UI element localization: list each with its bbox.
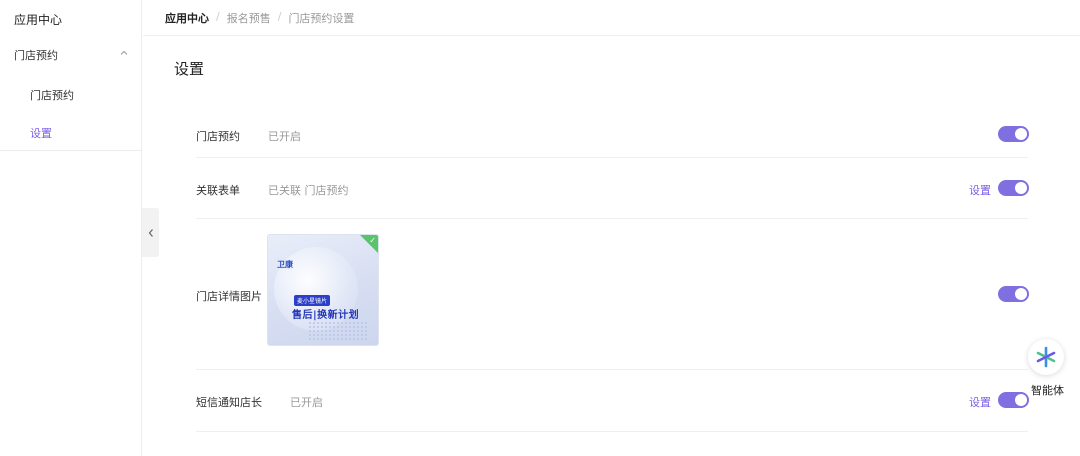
- sidebar-collapse-button[interactable]: [142, 208, 159, 257]
- thumbnail-brand: 卫康: [277, 260, 293, 269]
- row-value-sms-notify: 已开启: [290, 396, 323, 409]
- row-value-store-booking: 已开启: [268, 130, 301, 143]
- breadcrumb-item-presale[interactable]: 报名预售: [227, 10, 271, 26]
- header: 应用中心 / 报名预售 / 门店预约设置: [143, 0, 1080, 36]
- breadcrumb-item-app-center[interactable]: 应用中心: [165, 10, 209, 26]
- sidebar-title: 应用中心: [14, 13, 63, 27]
- store-detail-image-toggle[interactable]: [998, 286, 1029, 302]
- thumbnail-headline: 售后|换新计划: [292, 310, 360, 321]
- row-divider: [196, 431, 1028, 432]
- check-icon: ✓: [369, 236, 376, 245]
- store-detail-image-thumbnail[interactable]: 卫康 麦小星镜片 售后|换新计划 ✓: [267, 234, 379, 346]
- row-divider: [196, 369, 1028, 370]
- app-root: 应用中心 门店预约 门店预约 设置 应用中心 / 报名预售 / 门店预约设置 设…: [0, 0, 1080, 456]
- row-value-linked-form: 已关联 门店预约: [268, 184, 349, 197]
- thumbnail-tag: 麦小星镜片: [294, 295, 331, 306]
- row-divider: [196, 218, 1028, 219]
- sidebar-item-settings[interactable]: 设置: [30, 125, 52, 141]
- sidebar: 应用中心 门店预约 门店预约 设置: [0, 0, 142, 456]
- linked-form-toggle[interactable]: [998, 180, 1029, 196]
- row-label-sms-notify: 短信通知店长: [196, 396, 262, 409]
- sparkle-icon: [1036, 346, 1056, 368]
- breadcrumb-separator: /: [216, 10, 220, 23]
- breadcrumb-item-current: 门店预约设置: [288, 12, 355, 25]
- assistant-label: 智能体: [1031, 384, 1064, 397]
- sidebar-item-store-booking[interactable]: 门店预约: [30, 87, 74, 103]
- chevron-up-icon: [120, 50, 128, 55]
- breadcrumb: 应用中心 / 报名预售 / 门店预约设置: [165, 10, 354, 26]
- breadcrumb-separator: /: [277, 10, 282, 23]
- linked-form-settings-link[interactable]: 设置: [969, 182, 991, 198]
- row-label-store-detail-image: 门店详情图片: [196, 290, 262, 303]
- chevron-left-icon: [148, 228, 153, 237]
- page-title: 设置: [174, 60, 205, 78]
- sms-notify-settings-link[interactable]: 设置: [969, 394, 991, 410]
- row-label-linked-form: 关联表单: [196, 184, 240, 197]
- sidebar-group-store-booking[interactable]: 门店预约: [14, 47, 128, 65]
- sms-notify-toggle[interactable]: [998, 392, 1029, 408]
- row-label-store-booking: 门店预约: [196, 130, 240, 143]
- sidebar-group-label: 门店预约: [14, 49, 58, 62]
- assistant-button[interactable]: [1028, 339, 1064, 375]
- thumbnail-dot-pattern: [308, 321, 368, 341]
- sidebar-divider: [0, 150, 142, 151]
- store-booking-toggle[interactable]: [998, 126, 1029, 142]
- row-divider: [196, 157, 1028, 158]
